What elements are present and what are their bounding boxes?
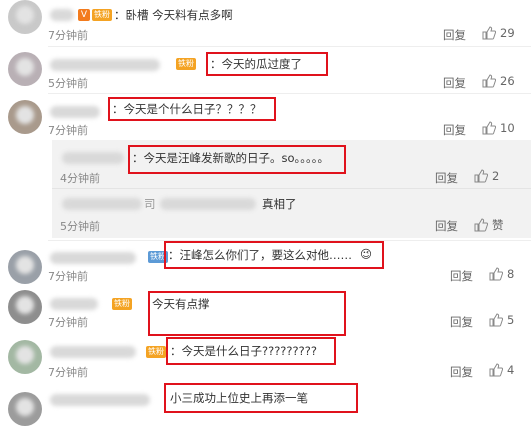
username[interactable] <box>50 394 150 406</box>
avatar[interactable] <box>8 0 42 34</box>
like-button[interactable]: 29 <box>482 26 515 40</box>
like-button[interactable]: 10 <box>482 121 515 135</box>
comment-time: 7分钟前 <box>48 270 88 283</box>
thumbs-up-icon <box>482 26 497 40</box>
like-label: 赞 <box>492 218 504 232</box>
like-button[interactable]: 赞 <box>474 217 504 233</box>
thumbs-up-icon <box>474 218 489 232</box>
reply-button[interactable]: 回复 <box>450 314 473 330</box>
avatar[interactable] <box>8 250 42 284</box>
reply-button[interactable]: 回复 <box>443 75 466 91</box>
comment-text-prefix: 司 <box>144 197 156 211</box>
username[interactable] <box>62 198 142 210</box>
thumbs-up-icon <box>482 74 497 88</box>
thumbs-up-icon <box>482 121 497 135</box>
divider <box>52 188 531 189</box>
like-count: 10 <box>500 121 515 135</box>
username[interactable] <box>50 9 74 21</box>
username[interactable] <box>50 346 136 358</box>
comment-text: ：今天的瓜过度了 <box>210 57 302 71</box>
username[interactable] <box>50 59 160 71</box>
like-count: 26 <box>500 74 515 88</box>
fan-badge: 铁粉 <box>112 298 132 310</box>
comment-text: 小三成功上位史上再添一笔 <box>170 391 308 405</box>
like-count: 4 <box>507 363 515 377</box>
fan-badge: 铁粉 <box>176 58 196 70</box>
like-count: 2 <box>492 169 500 183</box>
avatar[interactable] <box>8 52 42 86</box>
reply-button[interactable]: 回复 <box>443 122 466 138</box>
comment-time: 7分钟前 <box>48 29 88 42</box>
like-count: 5 <box>507 313 515 327</box>
reply-button[interactable]: 回复 <box>435 218 458 234</box>
comment-time: 5分钟前 <box>60 220 100 233</box>
fan-badge: 铁粉 <box>146 346 166 358</box>
like-button[interactable]: 5 <box>489 313 514 327</box>
username[interactable] <box>50 252 136 264</box>
thumbs-up-icon <box>489 363 504 377</box>
comment-text: ：汪峰怎么你们了，要这么对他…… <box>168 248 352 262</box>
avatar[interactable] <box>8 392 42 426</box>
fan-badge: 铁粉 <box>92 9 112 21</box>
like-button[interactable]: 4 <box>489 363 514 377</box>
reply-button[interactable]: 回复 <box>450 268 473 284</box>
reply-button[interactable]: 回复 <box>450 364 473 380</box>
thumbs-up-icon <box>474 169 489 183</box>
like-button[interactable]: 2 <box>474 169 499 183</box>
verified-icon: V <box>78 9 90 21</box>
like-button[interactable]: 8 <box>489 267 514 281</box>
comment-text: ：今天是汪峰发新歌的日子。so。。。。。 <box>132 151 330 165</box>
avatar[interactable] <box>8 340 42 374</box>
thumbs-up-icon <box>489 313 504 327</box>
comment-time: 5分钟前 <box>48 77 88 90</box>
comment-time: 7分钟前 <box>48 366 88 379</box>
reply-button[interactable]: 回复 <box>435 170 458 186</box>
comment-time: 4分钟前 <box>60 172 100 185</box>
comment-text: ：卧槽 今天料有点多啊 <box>114 8 233 22</box>
divider <box>48 46 531 47</box>
comment-text: 今天有点撑 <box>152 297 210 311</box>
like-count: 8 <box>507 267 515 281</box>
comment-text: 真相了 <box>262 197 297 211</box>
avatar[interactable] <box>8 100 42 134</box>
comment-text: ：今天是个什么日子？？？？ <box>112 102 262 116</box>
wink-emoji-icon: 😉 <box>360 247 372 261</box>
reply-button[interactable]: 回复 <box>443 27 466 43</box>
like-button[interactable]: 26 <box>482 74 515 88</box>
username[interactable] <box>62 152 124 164</box>
thumbs-up-icon <box>489 267 504 281</box>
mention-name[interactable] <box>160 198 256 210</box>
comment-time: 7分钟前 <box>48 316 88 329</box>
like-count: 29 <box>500 26 515 40</box>
avatar[interactable] <box>8 290 42 324</box>
username[interactable] <box>50 298 98 310</box>
comment-text: ：今天是什么日子????????? <box>170 344 317 358</box>
divider <box>48 93 531 94</box>
comment-time: 7分钟前 <box>48 124 88 137</box>
username[interactable] <box>50 106 100 118</box>
